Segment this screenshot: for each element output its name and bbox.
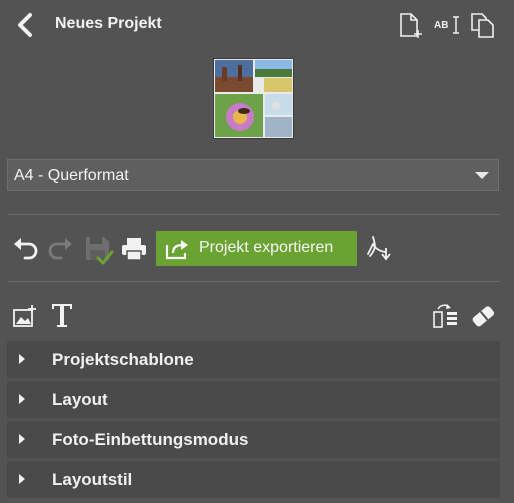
print-button[interactable] bbox=[120, 236, 148, 262]
swap-layout-icon bbox=[433, 304, 457, 328]
page-title: Neues Projekt bbox=[55, 15, 162, 32]
save-button[interactable] bbox=[84, 234, 114, 266]
page-format-value: A4 - Querformat bbox=[14, 167, 129, 184]
swap-layout-button[interactable] bbox=[432, 303, 460, 329]
add-text-icon bbox=[52, 304, 72, 327]
svg-text:AB: AB bbox=[434, 20, 448, 31]
export-project-button[interactable]: Projekt exportieren bbox=[156, 231, 357, 266]
expand-arrow-icon bbox=[19, 354, 25, 364]
new-page-icon bbox=[400, 13, 422, 38]
add-image-button[interactable] bbox=[12, 304, 38, 330]
redo-button[interactable] bbox=[47, 234, 75, 262]
ocr-text-button[interactable]: AB bbox=[433, 13, 461, 37]
eraser-button[interactable] bbox=[469, 303, 497, 329]
section-label: Layout bbox=[52, 390, 108, 409]
divider bbox=[8, 281, 500, 282]
redo-icon bbox=[48, 238, 72, 260]
print-icon bbox=[122, 238, 146, 261]
collage-preview-image bbox=[214, 59, 293, 138]
duplicate-page-icon bbox=[471, 13, 494, 38]
page-format-select[interactable]: A4 - Querformat bbox=[7, 159, 499, 191]
add-text-button[interactable] bbox=[50, 301, 74, 329]
project-thumbnail[interactable] bbox=[213, 58, 294, 139]
section-label: Projektschablone bbox=[52, 350, 194, 369]
undo-icon bbox=[14, 238, 38, 260]
add-image-icon bbox=[13, 305, 36, 327]
expand-arrow-icon bbox=[19, 394, 25, 404]
section-layoutstil[interactable]: Layoutstil bbox=[7, 461, 500, 498]
eraser-icon bbox=[472, 306, 495, 327]
section-foto-einbettungsmodus[interactable]: Foto-Einbettungsmodus bbox=[7, 421, 500, 458]
export-button-label: Projekt exportieren bbox=[199, 239, 334, 256]
save-icon bbox=[86, 237, 114, 265]
expand-arrow-icon bbox=[19, 474, 25, 484]
section-label: Foto-Einbettungsmodus bbox=[52, 430, 249, 449]
dropdown-caret-icon bbox=[475, 172, 489, 179]
pdf-export-button[interactable] bbox=[366, 234, 392, 262]
section-layout[interactable]: Layout bbox=[7, 381, 500, 418]
new-page-button[interactable] bbox=[396, 11, 424, 39]
section-label: Layoutstil bbox=[52, 470, 133, 489]
undo-button[interactable] bbox=[11, 234, 39, 262]
back-button[interactable] bbox=[14, 12, 38, 38]
chevron-left-icon bbox=[18, 13, 32, 37]
section-projektschablone[interactable]: Projektschablone bbox=[7, 341, 500, 378]
pdf-export-icon bbox=[367, 236, 391, 261]
divider bbox=[8, 214, 500, 215]
expand-arrow-icon bbox=[19, 434, 25, 444]
ocr-text-icon: AB bbox=[434, 16, 459, 34]
share-export-icon bbox=[165, 240, 188, 260]
duplicate-page-button[interactable] bbox=[469, 11, 497, 39]
